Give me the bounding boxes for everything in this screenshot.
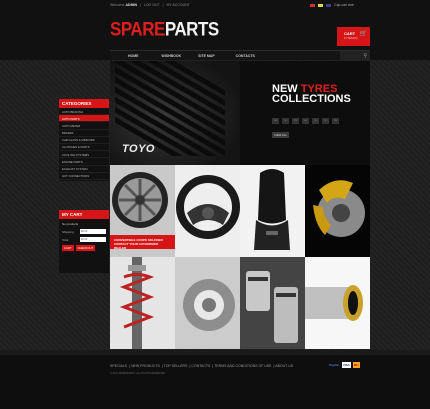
logout-link[interactable]: LOG OUT — [144, 3, 160, 7]
visa-icon: VISA — [341, 362, 351, 368]
footer-link[interactable]: ABOUT US — [275, 364, 293, 368]
cart-empty-text: No products — [62, 222, 79, 226]
topbar-account: Welcome ADMIN | LOG OUT | MY ACCOUNT — [110, 3, 190, 7]
category-link[interactable]: LIFT CONNECTIONS — [59, 173, 109, 180]
nav-site-map[interactable]: SITE MAP — [198, 51, 215, 60]
category-link[interactable]: ENGINE PARTS — [59, 158, 109, 166]
spec-badge: 60 — [302, 118, 309, 124]
nav-wishbook[interactable]: WISHBOOK — [162, 51, 182, 60]
category-link[interactable]: AUTO METER — [59, 122, 109, 130]
footer-link[interactable]: SPECIALS — [110, 364, 127, 368]
footer-nav: SPECIALS | NEW PRODUCTS | TOP SELLERS | CON… — [110, 364, 294, 368]
my-cart-panel: MY CART No products Shipping $0.00 Total… — [59, 210, 109, 273]
spec-badge: 175 — [292, 118, 299, 124]
search-box[interactable]: ⚲ — [340, 51, 370, 61]
view-all-button[interactable]: VIEW ALL — [272, 132, 289, 138]
spec-badge: 195 — [272, 118, 279, 124]
site-logo[interactable]: SPAREPARTS — [110, 18, 219, 41]
username: ADMIN — [125, 3, 137, 7]
category-link[interactable]: AUTO BRAKING — [59, 108, 109, 116]
shipping-value: $0.00 — [80, 229, 106, 234]
header-cart-button[interactable]: CART 0 ITEM(S) 🛒 — [337, 27, 370, 46]
footer-link[interactable]: NEW PRODUCTS — [131, 364, 160, 368]
spec-badge: 14 — [282, 118, 289, 124]
search-icon: ⚲ — [363, 53, 367, 59]
product-tile-turbo[interactable] — [175, 257, 240, 349]
total-label: Total — [62, 237, 69, 242]
my-cart-title: MY CART — [59, 210, 109, 219]
turbo-image — [175, 257, 240, 349]
spec-badge: 70 — [312, 118, 319, 124]
footer-link[interactable]: TOP SELLERS — [164, 364, 188, 368]
categories-title: CATEGORIES — [59, 99, 109, 108]
copyright: © 2011 SPAREPARTS. ALL RIGHTS RESERVED — [110, 372, 166, 375]
spec-badge: 65 — [322, 118, 329, 124]
cart-icon: 🛒 — [359, 31, 367, 37]
payment-methods: PayPal VISA MC — [328, 362, 360, 368]
my-account-link[interactable]: MY ACCOUNT — [166, 3, 189, 7]
brake-disc-image — [305, 165, 370, 257]
footer-link[interactable]: TERMS AND CONDITIONS OF USE — [214, 364, 271, 368]
shipping-label: Shipping — [62, 229, 74, 234]
racing-seat-image — [240, 165, 305, 257]
pedals-image — [240, 257, 305, 349]
product-tile-wheel[interactable]: CONVERTIBLE COUPE SKI-FINED CONTACT YOUR… — [110, 165, 175, 257]
product-tile-steering-wheel[interactable] — [175, 165, 240, 257]
currency-selector[interactable]: Сар сан иле — [334, 3, 354, 7]
category-link[interactable]: CAR GLASS & MIRRORS — [59, 137, 109, 144]
exhaust-tip-image — [305, 257, 370, 349]
mastercard-icon: MC — [352, 362, 360, 368]
hero-banner[interactable]: TOYO NEW TYRES COLLECTIONS 195 14 175 60… — [110, 61, 370, 165]
category-link[interactable]: CLUTCHES & PARTS — [59, 144, 109, 152]
footer-link[interactable]: CONTACTS — [191, 364, 210, 368]
topbar-locale: Сар сан иле — [310, 3, 354, 7]
category-link-active[interactable]: AUTO PARTS — [59, 115, 109, 123]
product-tile-seat[interactable] — [240, 165, 305, 257]
category-link[interactable]: COOLING SYSTEMS — [59, 151, 109, 159]
welcome-text: Welcome — [110, 3, 125, 7]
steering-wheel-image — [175, 165, 240, 257]
view-cart-button[interactable]: CART — [62, 245, 74, 251]
product-tile-suspension[interactable] — [110, 257, 175, 349]
checkout-button[interactable]: CHECKOUT — [75, 245, 96, 251]
paypal-icon: PayPal — [329, 363, 339, 367]
category-link[interactable]: BRAKES — [59, 130, 109, 137]
flag-icon[interactable] — [326, 3, 331, 7]
product-tile-exhaust[interactable] — [305, 257, 370, 349]
product-grid: CONVERTIBLE COUPE SKI-FINED CONTACT YOUR… — [110, 165, 370, 350]
flag-icon[interactable] — [318, 3, 323, 7]
category-link[interactable]: EXHAUST SYSTEM — [59, 166, 109, 173]
hero-title: NEW TYRES COLLECTIONS — [272, 83, 351, 105]
tyre-specs: 195 14 175 60 70 65 215 — [272, 118, 339, 124]
nav-contacts[interactable]: CONTACTS — [236, 51, 255, 60]
flag-icon[interactable] — [310, 3, 315, 7]
product-tile-brakes[interactable] — [305, 165, 370, 257]
main-nav: HOME WISHBOOK SITE MAP CONTACTS ⚲ — [110, 50, 370, 61]
coilover-image — [110, 257, 175, 349]
categories-panel: CATEGORIES AUTO BRAKING AUTO PARTS AUTO … — [59, 99, 109, 181]
product-tile-pedals[interactable] — [240, 257, 305, 349]
total-value: $0.00 — [80, 237, 106, 242]
nav-home[interactable]: HOME — [128, 51, 139, 60]
spec-badge: 215 — [332, 118, 339, 124]
promo-banner[interactable]: CONVERTIBLE COUPE SKI-FINED CONTACT YOUR… — [110, 235, 175, 250]
brand-logo: TOYO — [122, 143, 155, 155]
